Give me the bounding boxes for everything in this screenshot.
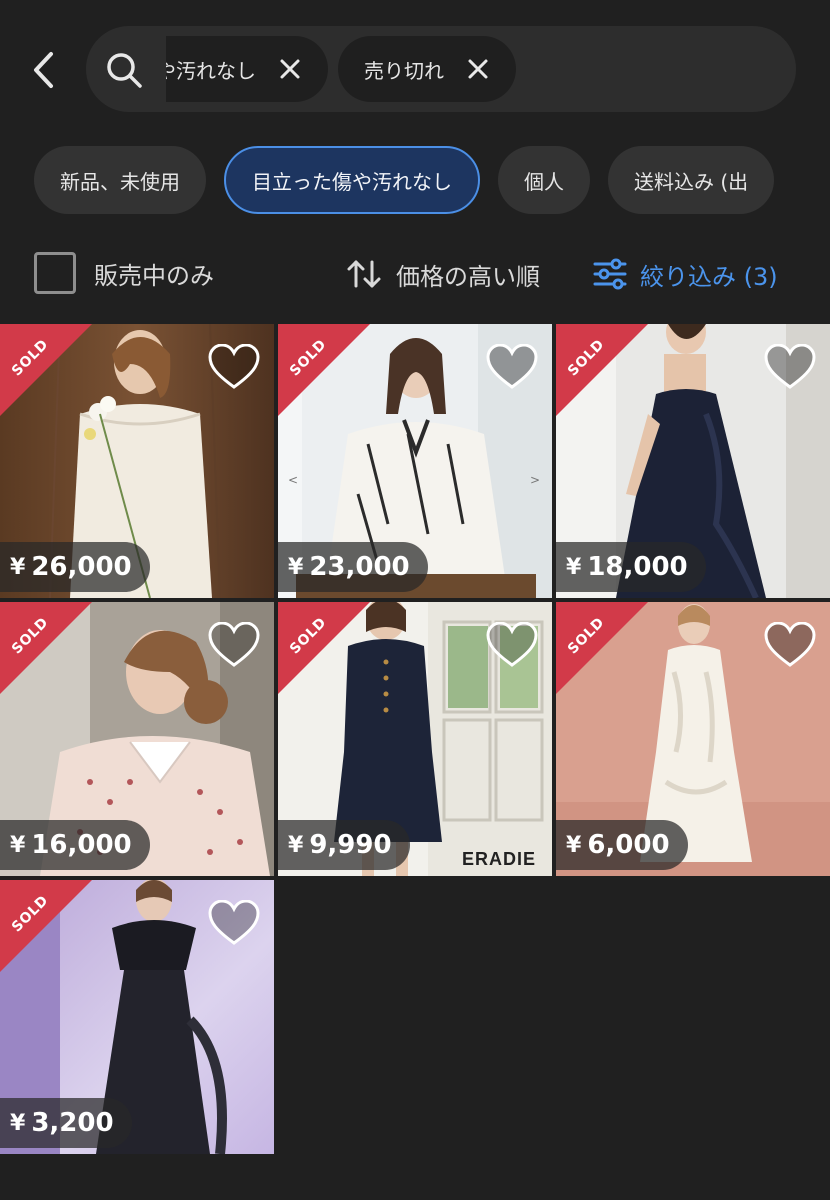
heart-icon[interactable] (208, 622, 260, 668)
search-chip-label: 売り切れ (364, 58, 444, 83)
price-tag: ¥18,000 (556, 542, 706, 592)
heart-icon[interactable] (764, 622, 816, 668)
heart-icon[interactable] (486, 622, 538, 668)
product-card[interactable]: SOLD ¥18,000 (556, 324, 830, 598)
filter-chip-row: 新品、未使用 目立った傷や汚れなし 個人 送料込み (出 (34, 146, 830, 214)
heart-icon[interactable] (486, 344, 538, 390)
product-card[interactable]: SOLD ¥6,000 (556, 602, 830, 876)
sold-badge: SOLD (0, 880, 92, 972)
sold-badge: SOLD (278, 602, 370, 694)
on-sale-only-checkbox[interactable] (34, 252, 76, 294)
product-card[interactable]: SOLD ¥16,000 (0, 602, 274, 876)
close-icon[interactable] (278, 57, 302, 81)
filter-chip-new-unused[interactable]: 新品、未使用 (34, 146, 206, 214)
search-icon (107, 53, 142, 88)
price-tag: ¥3,200 (0, 1098, 132, 1148)
sold-badge: SOLD (0, 602, 92, 694)
heart-icon[interactable] (208, 900, 260, 946)
sort-button[interactable]: 価格の高い順 (346, 254, 540, 294)
product-card[interactable]: SOLD ¥3,200 (0, 880, 274, 1154)
sort-label: 価格の高い順 (396, 262, 540, 291)
svg-text:<: < (288, 473, 298, 487)
sliders-icon (593, 258, 627, 290)
filter-chip-shipping-included[interactable]: 送料込み (出 (608, 146, 775, 214)
product-card[interactable]: SOLD ¥9,990 ERADIE (278, 602, 552, 876)
sold-badge: SOLD (0, 324, 92, 416)
refine-filter-label: 絞り込み (3) (640, 262, 778, 291)
price-tag: ¥16,000 (0, 820, 150, 870)
price-tag: ¥26,000 (0, 542, 150, 592)
product-card[interactable]: < > SOLD ¥23,000 (278, 324, 552, 598)
brand-logo-text: ERADIE (461, 849, 536, 869)
sold-badge: SOLD (556, 602, 648, 694)
filter-chip-individual[interactable]: 個人 (498, 146, 590, 214)
filter-chip-no-noticeable-damage[interactable]: 目立った傷や汚れなし (224, 146, 480, 214)
price-tag: ¥9,990 (278, 820, 410, 870)
search-chip-sold-out[interactable]: 売り切れ (338, 36, 516, 102)
search-box[interactable]: や汚れなし 売り切れ (86, 26, 796, 112)
search-chip-condition[interactable]: や汚れなし (166, 36, 328, 102)
on-sale-only-label: 販売中のみ (94, 262, 214, 290)
product-card[interactable]: SOLD ¥26,000 (0, 324, 274, 598)
price-tag: ¥23,000 (278, 542, 428, 592)
sort-arrows-icon (347, 260, 381, 288)
search-chip-label: や汚れなし (166, 58, 256, 83)
sold-badge: SOLD (278, 324, 370, 416)
search-chip-list: や汚れなし 売り切れ (166, 36, 796, 102)
heart-icon[interactable] (208, 344, 260, 390)
svg-text:>: > (530, 473, 540, 487)
refine-filter-button[interactable]: 絞り込み (3) (592, 254, 778, 294)
options-row: 販売中のみ 価格の高い順 絞り込み (3) (0, 244, 830, 302)
heart-icon[interactable] (764, 344, 816, 390)
top-bar: や汚れなし 売り切れ (0, 0, 830, 140)
chevron-left-icon (34, 52, 53, 88)
price-tag: ¥6,000 (556, 820, 688, 870)
back-button[interactable] (22, 46, 66, 94)
sold-badge: SOLD (556, 324, 648, 416)
close-icon[interactable] (466, 57, 490, 81)
